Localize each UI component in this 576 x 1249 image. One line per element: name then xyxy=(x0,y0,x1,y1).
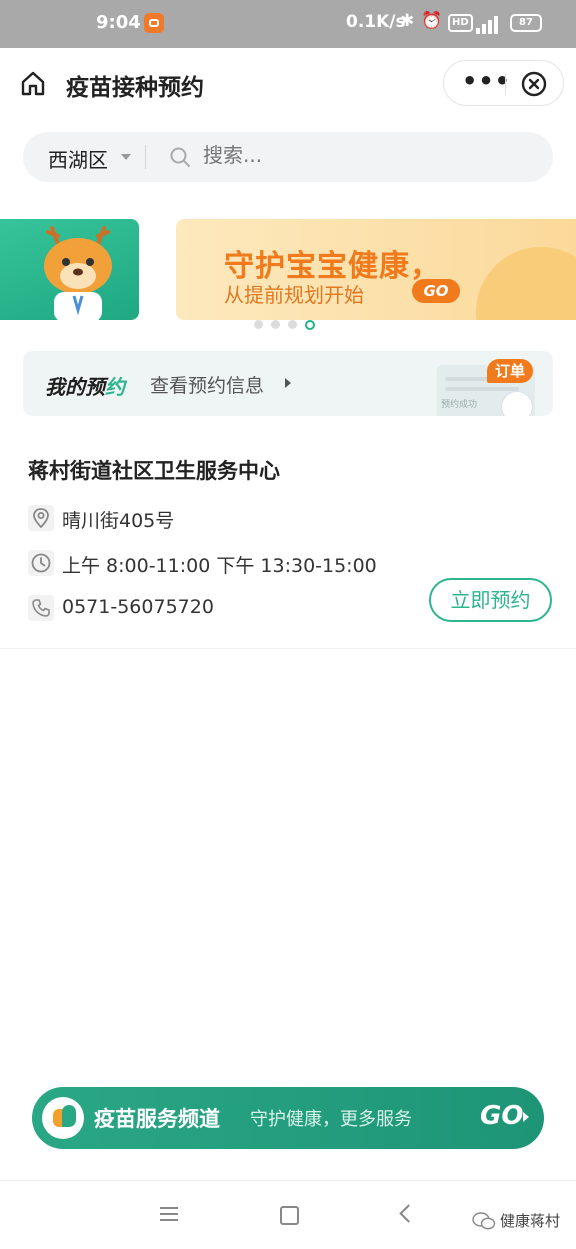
center-name: 蒋村街道社区卫生服务中心 xyxy=(28,459,280,483)
nav-home-icon[interactable] xyxy=(280,1206,299,1225)
capsule-divider xyxy=(505,73,506,95)
close-icon[interactable] xyxy=(521,71,547,97)
menu-icon[interactable] xyxy=(160,1207,178,1221)
view-appointment-link[interactable]: 查看预约信息 xyxy=(150,371,264,398)
nav-back-icon[interactable] xyxy=(399,1204,418,1223)
vaccine-channel-banner[interactable]: 疫苗服务频道 守护健康，更多服务 GO xyxy=(32,1087,544,1149)
search-divider xyxy=(145,145,146,169)
clock-icon xyxy=(28,550,54,576)
hd-icon: HD xyxy=(448,14,473,32)
signal-icon xyxy=(476,14,502,34)
phone-icon xyxy=(28,595,54,621)
carousel-dot-active xyxy=(305,320,315,330)
search-icon xyxy=(170,147,190,167)
district-selector[interactable]: 西湖区 xyxy=(48,144,108,173)
system-nav-bar: 健康蒋村 xyxy=(0,1180,576,1249)
order-badge: 订单 xyxy=(487,359,533,383)
chevron-right-icon xyxy=(285,378,291,388)
watermark-text: 健康蒋村 xyxy=(500,1212,561,1230)
banner-subtitle: 从提前规划开始 xyxy=(224,283,364,307)
chevron-down-icon[interactable] xyxy=(121,154,131,160)
wechat-icon xyxy=(472,1212,496,1230)
carousel-dot xyxy=(254,320,263,329)
battery-icon: 87 xyxy=(510,14,542,32)
channel-go-button[interactable]: GO xyxy=(480,1101,523,1131)
center-phone[interactable]: 0571-56075720 xyxy=(62,596,214,618)
center-hours: 上午 8:00-11:00 下午 13:30-15:00 xyxy=(62,555,377,577)
my-appointment-title: 我的预约 xyxy=(45,375,125,399)
chevron-right-icon xyxy=(523,1112,529,1122)
order-illustration-text: 预约成功 xyxy=(441,400,478,410)
miniprogram-capsule: ••• xyxy=(443,60,564,106)
network-speed: 0.1K/s xyxy=(346,12,406,32)
carousel-dot xyxy=(288,320,297,329)
screen-record-icon xyxy=(144,13,164,33)
carousel-dot xyxy=(271,320,280,329)
banner-go-button[interactable]: GO xyxy=(412,279,460,303)
home-icon[interactable] xyxy=(20,70,46,96)
page-header: 疫苗接种预约 ••• xyxy=(0,48,576,122)
channel-logo-icon xyxy=(42,1097,84,1139)
channel-title: 疫苗服务频道 xyxy=(94,1107,220,1131)
section-divider xyxy=(0,648,576,649)
status-bar: 9:04 0.1K/s ✱ ⏰ HD 87 xyxy=(0,0,576,48)
search-bar: 西湖区 xyxy=(23,132,553,182)
search-input[interactable] xyxy=(203,143,503,167)
banner-slide-current[interactable]: 守护宝宝健康， 从提前规划开始 GO xyxy=(176,219,576,320)
page-title: 疫苗接种预约 xyxy=(66,75,204,101)
status-time: 9:04 xyxy=(96,12,141,33)
bluetooth-icon: ✱ xyxy=(400,11,415,31)
deer-mascot-icon xyxy=(44,226,112,320)
center-address: 晴川街405号 xyxy=(62,510,175,532)
channel-subtitle: 守护健康，更多服务 xyxy=(250,1109,412,1130)
alarm-icon: ⏰ xyxy=(421,11,443,31)
banner-sun-decoration xyxy=(476,247,576,320)
location-pin-icon xyxy=(28,505,54,531)
more-icon[interactable]: ••• xyxy=(462,67,511,95)
book-now-button[interactable]: 立即预约 xyxy=(429,578,552,622)
my-appointment-card[interactable]: 我的预约 查看预约信息 预约成功 订单 xyxy=(23,351,553,416)
check-icon xyxy=(501,391,533,416)
